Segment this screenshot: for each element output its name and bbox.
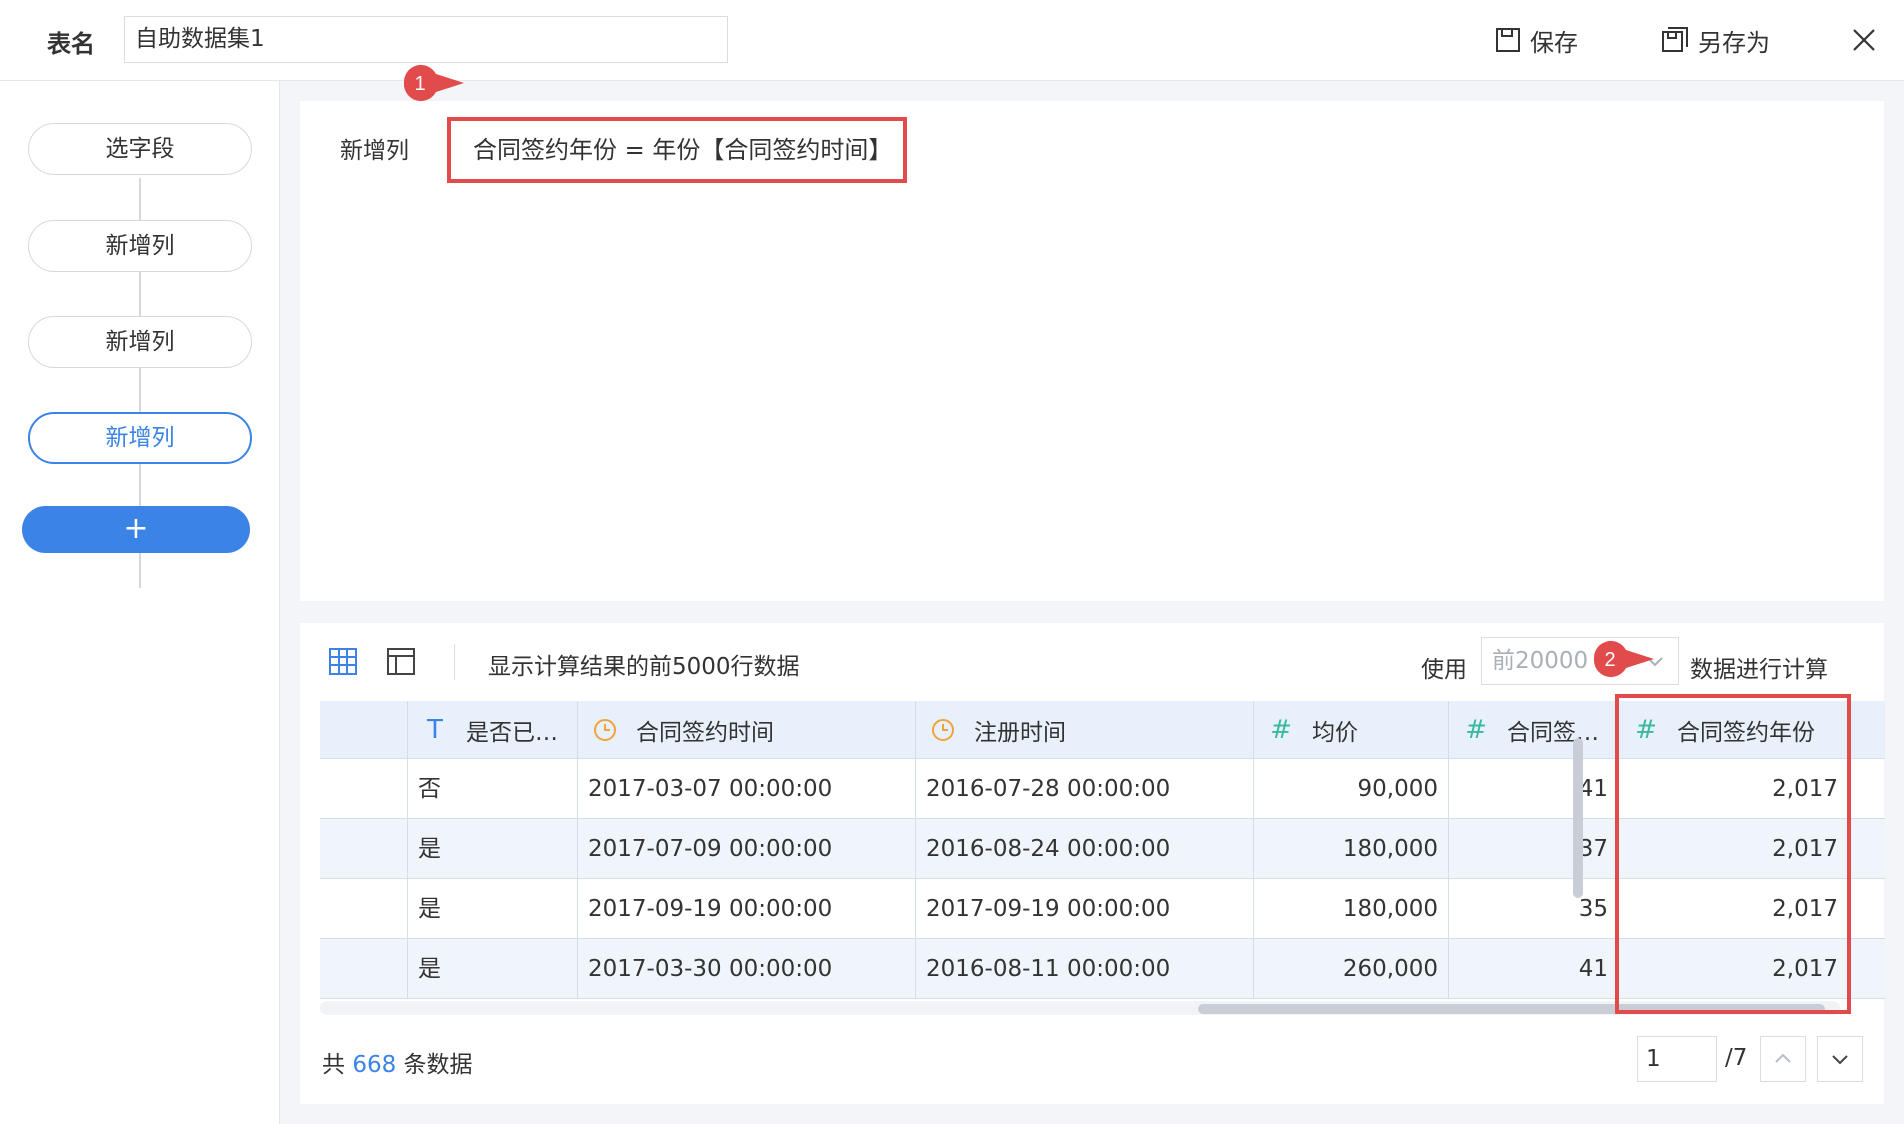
editor-label: 新增列 <box>340 138 409 164</box>
record-count-suffix: 条数据 <box>403 1052 473 1078</box>
toolbar-divider <box>454 644 455 680</box>
column-header[interactable]: 注册时间 <box>916 701 1254 759</box>
step-sidebar: 选字段 新增列 新增列 新增列 + <box>0 81 280 1124</box>
table-cell: 37 <box>1449 819 1619 879</box>
table-cell: 2017-03-30 00:00:00 <box>578 939 916 999</box>
table-cell: 90,000 <box>1254 759 1449 819</box>
record-count: 共 668 条数据 <box>322 1045 473 1079</box>
table-cell: 2017-07-09 00:00:00 <box>578 819 916 879</box>
clock-icon <box>932 719 954 741</box>
table-cell: 180,000 <box>1254 879 1449 939</box>
prev-page-button[interactable] <box>1760 1036 1806 1082</box>
save-label: 保存 <box>1530 28 1578 57</box>
page-number-input[interactable]: 1 <box>1637 1036 1717 1082</box>
number-type-icon: # <box>1465 715 1487 745</box>
save-as-button[interactable]: 另存为 <box>1660 20 1770 60</box>
callout-badge-2: 2 <box>1593 640 1654 678</box>
next-page-button[interactable] <box>1817 1036 1863 1082</box>
column-header-label: 是否已… <box>466 720 558 746</box>
row-index-cell <box>320 819 408 879</box>
vertical-scrollbar-thumb[interactable] <box>1573 738 1583 898</box>
record-count-prefix: 共 <box>322 1052 345 1078</box>
column-header[interactable]: 合同签约时间 <box>578 701 916 759</box>
row-index-cell <box>320 939 408 999</box>
table-cell: 2016-07-28 00:00:00 <box>916 759 1254 819</box>
layout-view-icon[interactable] <box>385 645 419 679</box>
table-cell: 2016-08-11 00:00:00 <box>916 939 1254 999</box>
table-cell: 35 <box>1449 879 1619 939</box>
save-as-label: 另存为 <box>1698 28 1770 57</box>
callout-badge-1: 1 <box>403 64 464 102</box>
preview-title: 显示计算结果的前5000行数据 <box>488 654 800 680</box>
save-as-icon <box>1662 27 1688 52</box>
grid-view-icon[interactable] <box>327 645 361 679</box>
record-count-value: 668 <box>352 1052 397 1078</box>
step-add-column-3[interactable]: 新增列 <box>28 412 252 464</box>
table-cell: 2017-03-07 00:00:00 <box>578 759 916 819</box>
text-type-icon: T <box>427 715 443 745</box>
callout-1-text: 1 <box>414 73 425 95</box>
save-button[interactable]: 保存 <box>1494 20 1578 60</box>
table-cell: 是 <box>408 879 578 939</box>
table-cell: 41 <box>1449 939 1619 999</box>
row-index-cell <box>320 759 408 819</box>
table-cell: 41 <box>1449 759 1619 819</box>
save-icon <box>1496 28 1520 52</box>
callout-2-text: 2 <box>1604 649 1615 671</box>
close-icon[interactable] <box>1848 24 1880 56</box>
table-cell: 260,000 <box>1254 939 1449 999</box>
table-cell: 2017-09-19 00:00:00 <box>916 879 1254 939</box>
column-header-label: 注册时间 <box>974 720 1066 746</box>
table-cell: 是 <box>408 939 578 999</box>
table-name-label: 表名 <box>47 30 95 58</box>
table-name-input[interactable]: 自助数据集1 <box>124 16 728 63</box>
clock-icon <box>594 719 616 741</box>
table-cell: 是 <box>408 819 578 879</box>
column-header[interactable]: T 是否已… <box>408 701 578 759</box>
formula-box[interactable]: 合同签约年份 = 年份【合同签约时间】 <box>447 117 907 183</box>
page-total: /7 <box>1725 1045 1748 1071</box>
column-header[interactable]: # 均价 <box>1254 701 1449 759</box>
column-header[interactable]: # 合同签… <box>1449 701 1619 759</box>
step-add-column-2[interactable]: 新增列 <box>28 316 252 368</box>
top-bar: 表名 自助数据集1 保存 另存为 <box>0 0 1904 81</box>
step-add-column-1[interactable]: 新增列 <box>28 220 252 272</box>
chevron-down-icon <box>1832 1055 1848 1065</box>
formula-editor-panel: 新增列 合同签约年份 = 年份【合同签约时间】 <box>300 101 1884 601</box>
table-cell: 2017-09-19 00:00:00 <box>578 879 916 939</box>
chevron-up-icon <box>1775 1053 1791 1063</box>
add-step-button[interactable]: + <box>22 506 250 553</box>
row-index-header <box>320 701 408 759</box>
number-type-icon: # <box>1270 715 1292 745</box>
row-limit-value: 前20000 <box>1492 648 1589 674</box>
column-header-label: 均价 <box>1312 720 1358 746</box>
column-header-label: 合同签约时间 <box>636 720 774 746</box>
step-select-fields[interactable]: 选字段 <box>28 123 252 175</box>
use-label: 使用 <box>1421 657 1467 683</box>
calc-label: 数据进行计算 <box>1690 657 1828 683</box>
new-column-highlight <box>1615 694 1851 1014</box>
table-cell: 2016-08-24 00:00:00 <box>916 819 1254 879</box>
table-cell: 180,000 <box>1254 819 1449 879</box>
column-header-label: 合同签… <box>1507 720 1599 746</box>
table-cell: 否 <box>408 759 578 819</box>
row-index-cell <box>320 879 408 939</box>
